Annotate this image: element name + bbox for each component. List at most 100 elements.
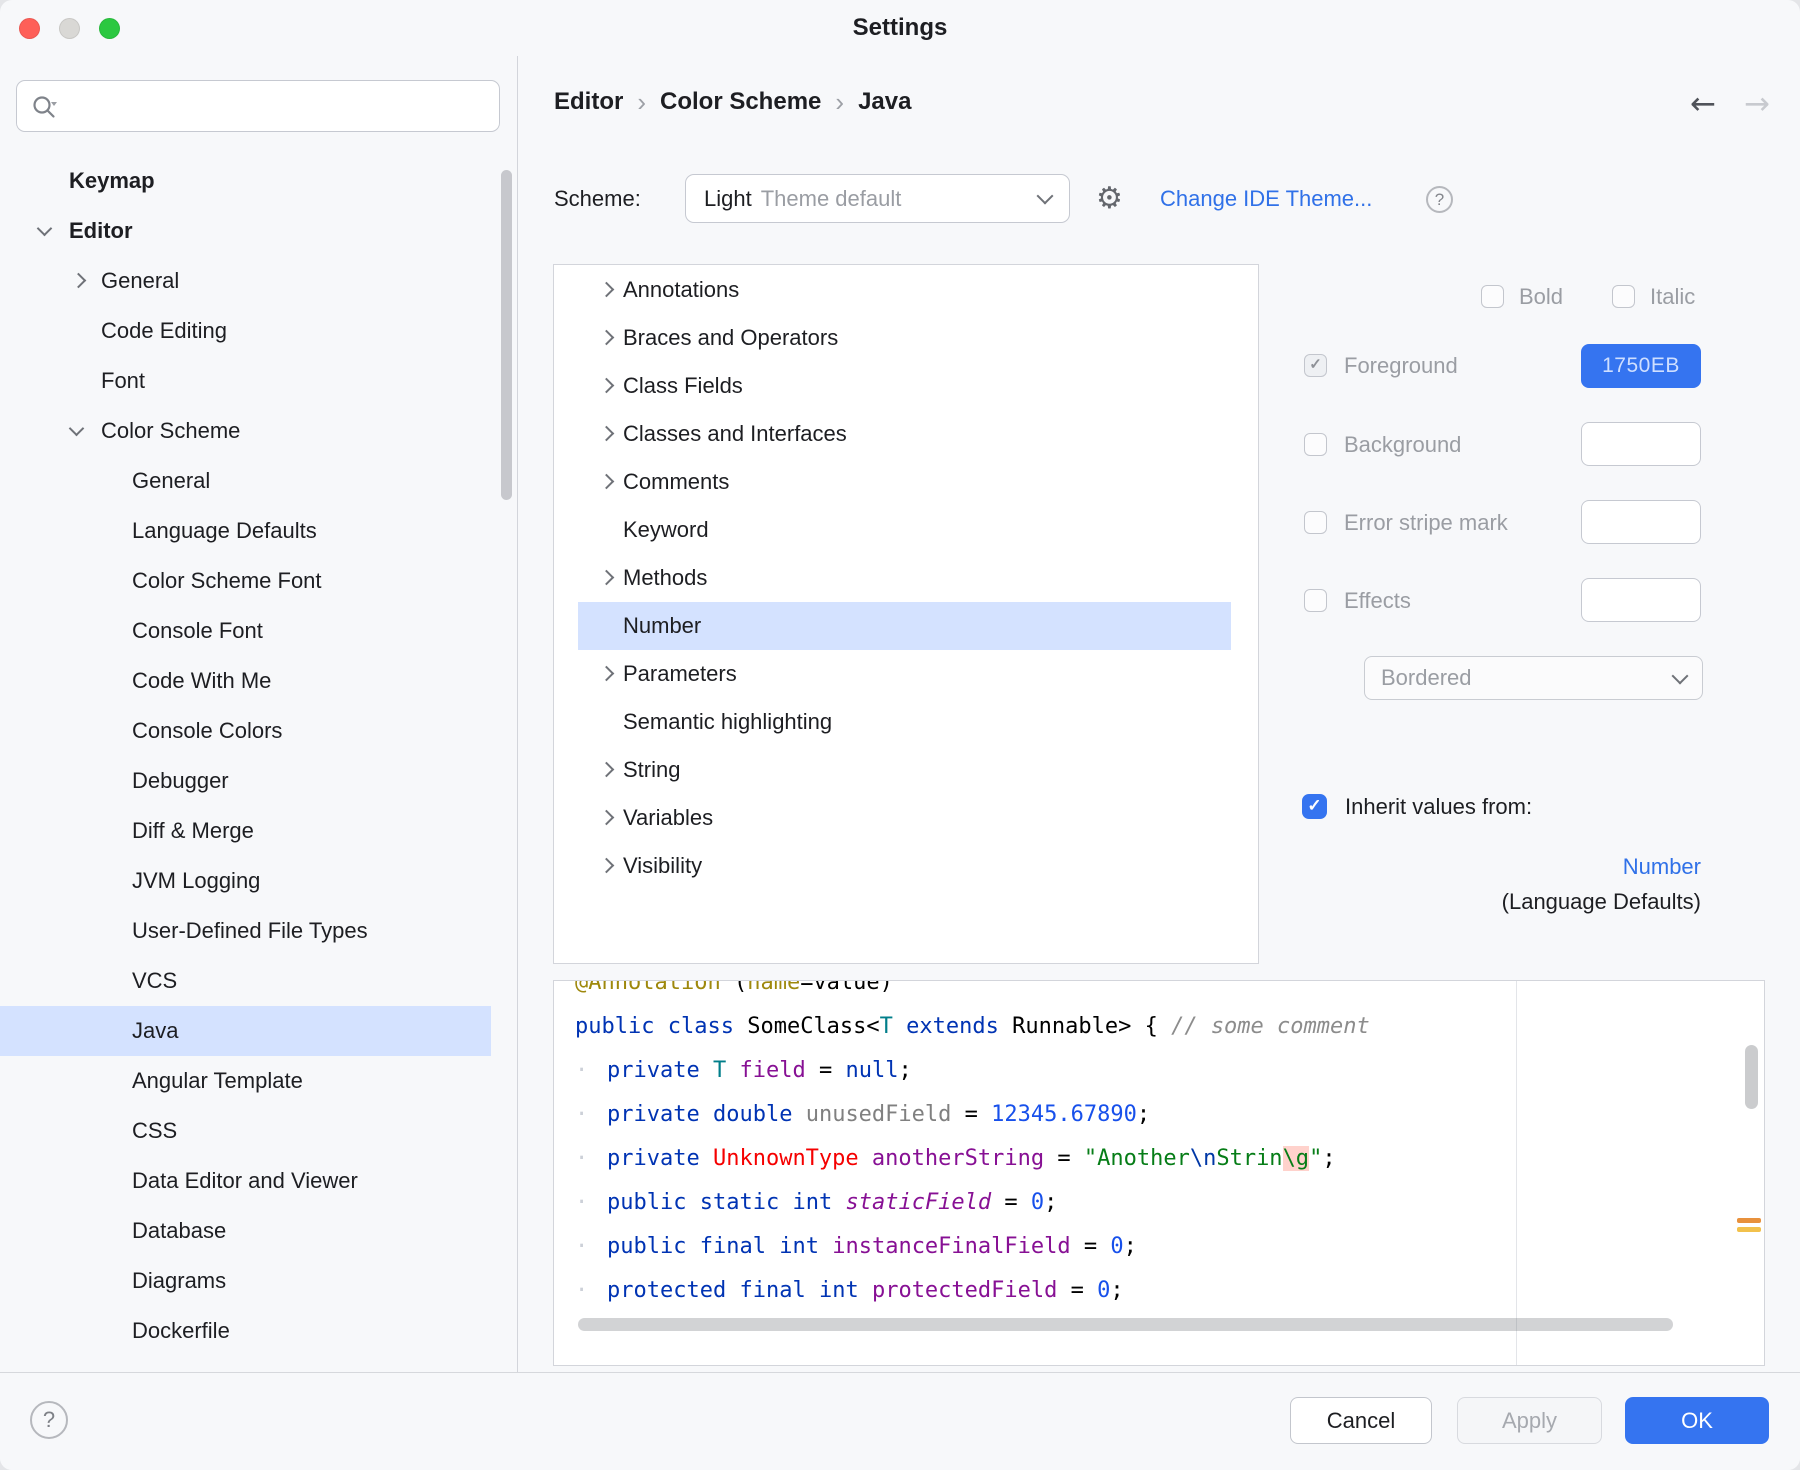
attribute-item-number[interactable]: Number bbox=[578, 602, 1231, 650]
attribute-item-braces-and-operators[interactable]: Braces and Operators bbox=[578, 314, 1231, 362]
sidebar-item-general[interactable]: General bbox=[0, 456, 491, 506]
sidebar-item-color-scheme[interactable]: Color Scheme bbox=[0, 406, 491, 456]
code-line[interactable]: ·private UnknownType anotherString = "An… bbox=[575, 1137, 1370, 1181]
attribute-item-label: Number bbox=[623, 613, 701, 639]
sidebar-item-language-defaults[interactable]: Language Defaults bbox=[0, 506, 491, 556]
sidebar-item-code-with-me[interactable]: Code With Me bbox=[0, 656, 491, 706]
code-line[interactable]: ·public final int instanceFinalField = 0… bbox=[575, 1225, 1370, 1269]
preview-vertical-scrollbar[interactable] bbox=[1745, 1045, 1758, 1109]
attribute-item-string[interactable]: String bbox=[578, 746, 1231, 794]
sidebar-item-label: Data Editor and Viewer bbox=[132, 1168, 358, 1194]
preview-horizontal-scrollbar[interactable] bbox=[578, 1318, 1673, 1331]
scheme-select[interactable]: Light Theme default bbox=[685, 174, 1070, 223]
code-line[interactable]: ·public static int staticField = 0; bbox=[575, 1181, 1370, 1225]
sidebar-scrollbar[interactable] bbox=[501, 170, 512, 500]
sidebar-item-console-font[interactable]: Console Font bbox=[0, 606, 491, 656]
code-line[interactable]: @Annotation (name=value) bbox=[575, 980, 1370, 1005]
code-line[interactable]: public class SomeClass<T extends Runnabl… bbox=[575, 1005, 1370, 1049]
sidebar-item-diff-merge[interactable]: Diff & Merge bbox=[0, 806, 491, 856]
attribute-item-classes-and-interfaces[interactable]: Classes and Interfaces bbox=[578, 410, 1231, 458]
attribute-item-keyword[interactable]: Keyword bbox=[578, 506, 1231, 554]
change-ide-theme-link[interactable]: Change IDE Theme... bbox=[1160, 174, 1372, 223]
sidebar-item-user-defined-file-types[interactable]: User-Defined File Types bbox=[0, 906, 491, 956]
back-button[interactable]: ← bbox=[1690, 86, 1716, 122]
foreground-color-swatch[interactable]: 1750EB bbox=[1581, 344, 1701, 388]
attribute-item-parameters[interactable]: Parameters bbox=[578, 650, 1231, 698]
chevron-right-icon[interactable] bbox=[594, 746, 623, 794]
background-label: Background bbox=[1344, 433, 1461, 457]
breadcrumb-item-color-scheme[interactable]: Color Scheme bbox=[660, 88, 821, 116]
effects-color-field[interactable] bbox=[1581, 578, 1701, 622]
sidebar-item-keymap[interactable]: Keymap bbox=[0, 156, 491, 206]
code-line[interactable]: ·private double unusedField = 12345.6789… bbox=[575, 1093, 1370, 1137]
sidebar-item-dockerfile[interactable]: Dockerfile bbox=[0, 1306, 491, 1356]
chevron-right-icon[interactable] bbox=[594, 794, 623, 842]
background-color-field[interactable] bbox=[1581, 422, 1701, 466]
sidebar-item-font[interactable]: Font bbox=[0, 356, 491, 406]
apply-button[interactable]: Apply bbox=[1457, 1397, 1602, 1444]
search-input[interactable] bbox=[17, 81, 499, 131]
attribute-item-variables[interactable]: Variables bbox=[578, 794, 1231, 842]
chevron-right-icon[interactable] bbox=[594, 650, 623, 698]
italic-checkbox[interactable] bbox=[1612, 285, 1635, 308]
cancel-button[interactable]: Cancel bbox=[1290, 1397, 1432, 1444]
sidebar-item-general[interactable]: General bbox=[0, 256, 491, 306]
sidebar-item-vcs[interactable]: VCS bbox=[0, 956, 491, 1006]
chevron-right-icon[interactable] bbox=[594, 266, 623, 314]
chevron-down-icon[interactable] bbox=[66, 406, 101, 456]
inherit-values-checkbox[interactable] bbox=[1302, 794, 1327, 819]
scheme-gear-icon[interactable]: ⚙ bbox=[1096, 174, 1123, 223]
sidebar-item-color-scheme-font[interactable]: Color Scheme Font bbox=[0, 556, 491, 606]
sidebar-item-data-editor-and-viewer[interactable]: Data Editor and Viewer bbox=[0, 1156, 491, 1206]
bold-checkbox[interactable] bbox=[1481, 285, 1504, 308]
code-token-plain: = bbox=[1057, 1278, 1097, 1303]
help-button[interactable]: ? bbox=[30, 1401, 68, 1439]
attribute-item-comments[interactable]: Comments bbox=[578, 458, 1231, 506]
effect-style-select[interactable]: Bordered bbox=[1364, 656, 1703, 700]
chevron-down-icon[interactable] bbox=[34, 206, 69, 256]
chevron-right-icon[interactable] bbox=[594, 410, 623, 458]
attribute-item-methods[interactable]: Methods bbox=[578, 554, 1231, 602]
breadcrumb-item-java[interactable]: Java bbox=[858, 88, 911, 116]
attribute-item-visibility[interactable]: Visibility bbox=[578, 842, 1231, 890]
chevron-right-icon[interactable] bbox=[594, 458, 623, 506]
attribute-item-semantic-highlighting[interactable]: Semantic highlighting bbox=[578, 698, 1231, 746]
code-line[interactable]: ·private T field = null; bbox=[575, 1049, 1370, 1093]
attribute-item-class-fields[interactable]: Class Fields bbox=[578, 362, 1231, 410]
scheme-help-icon[interactable]: ? bbox=[1426, 186, 1453, 213]
sidebar-item-css[interactable]: CSS bbox=[0, 1106, 491, 1156]
code-token-kw: public bbox=[607, 1234, 686, 1259]
right-margin-guide bbox=[1516, 981, 1517, 1365]
tree-indent-spacer bbox=[97, 706, 132, 756]
code-preview-panel[interactable]: @Annotation (name=value)public class Som… bbox=[553, 980, 1765, 1366]
code-token-number: 0 bbox=[1110, 1234, 1123, 1259]
ok-button[interactable]: OK bbox=[1625, 1397, 1769, 1444]
sidebar-item-console-colors[interactable]: Console Colors bbox=[0, 706, 491, 756]
attribute-item-annotations[interactable]: Annotations bbox=[578, 266, 1231, 314]
sidebar-item-code-editing[interactable]: Code Editing bbox=[0, 306, 491, 356]
chevron-right-icon[interactable] bbox=[594, 314, 623, 362]
sidebar-item-diagrams[interactable]: Diagrams bbox=[0, 1256, 491, 1306]
tree-indent-spacer bbox=[97, 906, 132, 956]
chevron-right-icon[interactable] bbox=[594, 842, 623, 890]
sidebar-item-angular-template[interactable]: Angular Template bbox=[0, 1056, 491, 1106]
forward-button[interactable]: → bbox=[1744, 86, 1770, 122]
sidebar-item-jvm-logging[interactable]: JVM Logging bbox=[0, 856, 491, 906]
chevron-right-icon[interactable] bbox=[594, 362, 623, 410]
chevron-right-icon[interactable] bbox=[594, 554, 623, 602]
error-stripe-checkbox[interactable] bbox=[1304, 511, 1327, 534]
inherit-source-link[interactable]: Number bbox=[1623, 854, 1701, 880]
background-checkbox[interactable] bbox=[1304, 433, 1327, 456]
chevron-right-icon[interactable] bbox=[66, 256, 101, 306]
sidebar-item-debugger[interactable]: Debugger bbox=[0, 756, 491, 806]
sidebar-item-database[interactable]: Database bbox=[0, 1206, 491, 1256]
effects-checkbox[interactable] bbox=[1304, 589, 1327, 612]
sidebar-item-editor[interactable]: Editor bbox=[0, 206, 491, 256]
breadcrumb-item-editor[interactable]: Editor bbox=[554, 88, 623, 116]
foreground-checkbox[interactable] bbox=[1304, 354, 1327, 377]
code-line[interactable]: ·protected final int protectedField = 0; bbox=[575, 1269, 1370, 1313]
inherit-values-label: Inherit values from: bbox=[1345, 795, 1532, 819]
search-box[interactable] bbox=[16, 80, 500, 132]
error-stripe-color-field[interactable] bbox=[1581, 500, 1701, 544]
sidebar-item-java[interactable]: Java bbox=[0, 1006, 491, 1056]
